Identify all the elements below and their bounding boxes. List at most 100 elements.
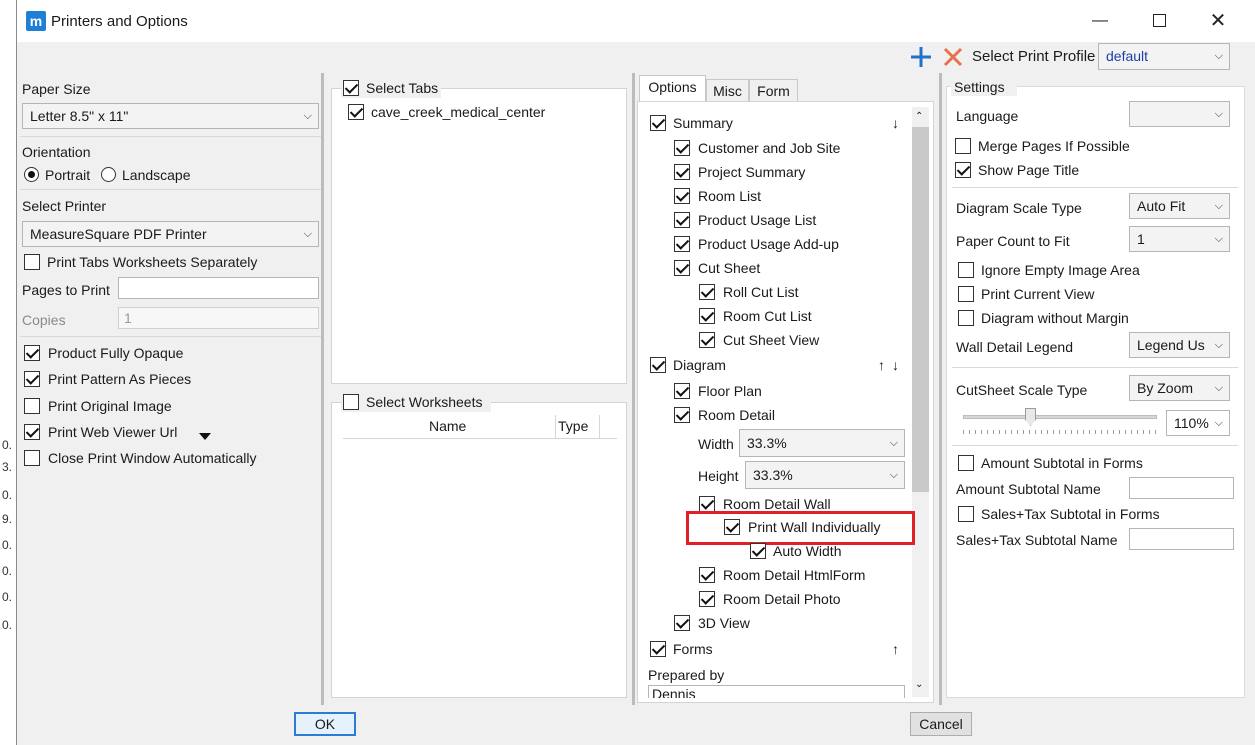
room-detail-htmlform-label: Room Detail HtmlForm xyxy=(723,567,866,583)
cut-sheet-view-checkbox[interactable] xyxy=(699,332,715,348)
print-web-viewer-url-checkbox[interactable] xyxy=(24,424,40,440)
room-detail-wall-checkbox[interactable] xyxy=(699,496,715,512)
product-usage-list-checkbox[interactable] xyxy=(674,212,690,228)
merge-pages-checkbox[interactable] xyxy=(955,138,971,154)
tab-item-checkbox[interactable] xyxy=(348,104,364,120)
dropdown-triangle-icon[interactable] xyxy=(199,428,211,444)
chevron-down-icon: ⌵ xyxy=(889,469,898,481)
worksheets-table-header: Name Type xyxy=(343,415,617,439)
forms-checkbox[interactable] xyxy=(650,641,666,657)
move-up-arrow-icon[interactable]: ↑ xyxy=(892,641,899,657)
landscape-label: Landscape xyxy=(122,167,191,183)
room-detail-photo-label: Room Detail Photo xyxy=(723,591,841,607)
minimize-button[interactable]: — xyxy=(1071,0,1129,42)
scroll-down-icon[interactable]: ⌄ xyxy=(915,679,923,690)
summary-checkbox[interactable] xyxy=(650,115,666,131)
splitter-middle[interactable] xyxy=(632,73,635,705)
col-type-header[interactable]: Type xyxy=(558,418,588,434)
wall-detail-legend-select[interactable]: Legend Us ⌵ xyxy=(1129,332,1230,358)
amount-subtotal-name-input[interactable] xyxy=(1129,477,1234,499)
print-original-image-checkbox[interactable] xyxy=(24,398,40,414)
cutsheet-zoom-slider[interactable] xyxy=(963,415,1157,419)
tab-misc[interactable]: Misc xyxy=(706,79,749,103)
splitter-left[interactable] xyxy=(321,73,324,705)
select-worksheets-checkbox[interactable] xyxy=(343,394,359,410)
col-name-header[interactable]: Name xyxy=(429,418,466,434)
print-wall-individually-checkbox[interactable] xyxy=(724,519,740,535)
maximize-button[interactable] xyxy=(1130,0,1188,42)
print-profile-select[interactable]: default ⌵ xyxy=(1098,43,1230,70)
show-page-title-checkbox[interactable] xyxy=(955,162,971,178)
landscape-radio[interactable] xyxy=(101,167,116,182)
diagram-without-margin-checkbox[interactable] xyxy=(958,310,974,326)
copies-input[interactable]: 1 xyxy=(118,307,319,329)
ignore-empty-label: Ignore Empty Image Area xyxy=(981,262,1140,278)
diagram-scale-type-select[interactable]: Auto Fit ⌵ xyxy=(1129,193,1230,219)
product-fully-opaque-checkbox[interactable] xyxy=(24,345,40,361)
product-usage-addup-checkbox[interactable] xyxy=(674,236,690,252)
roll-cut-list-label: Roll Cut List xyxy=(723,284,799,300)
options-scrollbar[interactable]: ⌃ ⌄ xyxy=(912,107,929,697)
copies-label: Copies xyxy=(22,312,66,328)
zoom-select[interactable]: 110% ⌵ xyxy=(1166,410,1230,436)
width-label: Width xyxy=(698,436,734,452)
floor-plan-checkbox[interactable] xyxy=(674,383,690,399)
print-original-image-label: Print Original Image xyxy=(48,398,172,414)
move-down-arrow-icon[interactable]: ↓ xyxy=(892,357,899,373)
floor-plan-label: Floor Plan xyxy=(698,383,762,399)
cut-sheet-checkbox[interactable] xyxy=(674,260,690,276)
paper-count-select[interactable]: 1 ⌵ xyxy=(1129,226,1230,252)
room-cut-list-checkbox[interactable] xyxy=(699,308,715,324)
sales-tax-subtotal-name-input[interactable] xyxy=(1129,528,1234,550)
scrollbar-thumb[interactable] xyxy=(912,127,929,492)
add-profile-button[interactable] xyxy=(908,44,934,70)
printer-select[interactable]: MeasureSquare PDF Printer ⌵ xyxy=(22,221,319,247)
cancel-button[interactable]: Cancel xyxy=(910,712,972,736)
pages-to-print-input[interactable] xyxy=(118,277,319,299)
room-detail-checkbox[interactable] xyxy=(674,407,690,423)
move-up-arrow-icon[interactable]: ↑ xyxy=(878,357,885,373)
show-page-title-label: Show Page Title xyxy=(978,162,1080,178)
ok-button[interactable]: OK xyxy=(294,712,356,736)
view-3d-checkbox[interactable] xyxy=(674,615,690,631)
width-select[interactable]: 33.3% ⌵ xyxy=(739,429,905,457)
print-tabs-separately-checkbox[interactable] xyxy=(24,254,40,270)
ignore-empty-checkbox[interactable] xyxy=(958,262,974,278)
scroll-up-icon[interactable]: ⌃ xyxy=(915,111,923,122)
amount-subtotal-forms-checkbox[interactable] xyxy=(958,455,974,471)
title-bar[interactable]: m Printers and Options — ✕ xyxy=(17,0,1255,42)
diagram-checkbox[interactable] xyxy=(650,357,666,373)
print-current-view-checkbox[interactable] xyxy=(958,286,974,302)
cutsheet-scale-type-select[interactable]: By Zoom ⌵ xyxy=(1129,375,1230,401)
close-print-window-checkbox[interactable] xyxy=(24,450,40,466)
portrait-label: Portrait xyxy=(45,167,91,183)
auto-width-label: Auto Width xyxy=(773,543,842,559)
wall-detail-legend-label: Wall Detail Legend xyxy=(956,339,1073,355)
customer-job-site-checkbox[interactable] xyxy=(674,140,690,156)
room-list-checkbox[interactable] xyxy=(674,188,690,204)
splitter-right[interactable] xyxy=(939,73,942,705)
paper-size-select[interactable]: Letter 8.5" x 11" ⌵ xyxy=(22,103,319,129)
tab-form[interactable]: Form xyxy=(749,79,798,103)
language-select[interactable]: ⌵ xyxy=(1129,101,1230,127)
prepared-by-input[interactable]: Dennis xyxy=(648,685,905,698)
maximize-icon xyxy=(1152,14,1166,28)
select-tabs-checkbox[interactable] xyxy=(343,80,359,96)
room-detail-htmlform-checkbox[interactable] xyxy=(699,567,715,583)
chevron-down-icon: ⌵ xyxy=(1214,50,1223,62)
remove-profile-button[interactable] xyxy=(942,46,964,68)
select-print-profile-label: Select Print Profile xyxy=(972,48,1096,65)
customer-job-site-label: Customer and Job Site xyxy=(698,140,841,156)
project-summary-checkbox[interactable] xyxy=(674,164,690,180)
room-detail-photo-checkbox[interactable] xyxy=(699,591,715,607)
roll-cut-list-checkbox[interactable] xyxy=(699,284,715,300)
portrait-radio[interactable] xyxy=(24,167,39,182)
auto-width-checkbox[interactable] xyxy=(750,543,766,559)
background-app-left: 0. 3. 0. 9. 0. 0. 0. 0. xyxy=(0,0,16,745)
close-button[interactable]: ✕ xyxy=(1189,0,1247,42)
tab-options[interactable]: Options xyxy=(639,75,706,102)
sales-tax-subtotal-forms-checkbox[interactable] xyxy=(958,506,974,522)
move-down-arrow-icon[interactable]: ↓ xyxy=(892,115,899,131)
height-select[interactable]: 33.3% ⌵ xyxy=(745,461,905,489)
print-pattern-as-pieces-checkbox[interactable] xyxy=(24,371,40,387)
